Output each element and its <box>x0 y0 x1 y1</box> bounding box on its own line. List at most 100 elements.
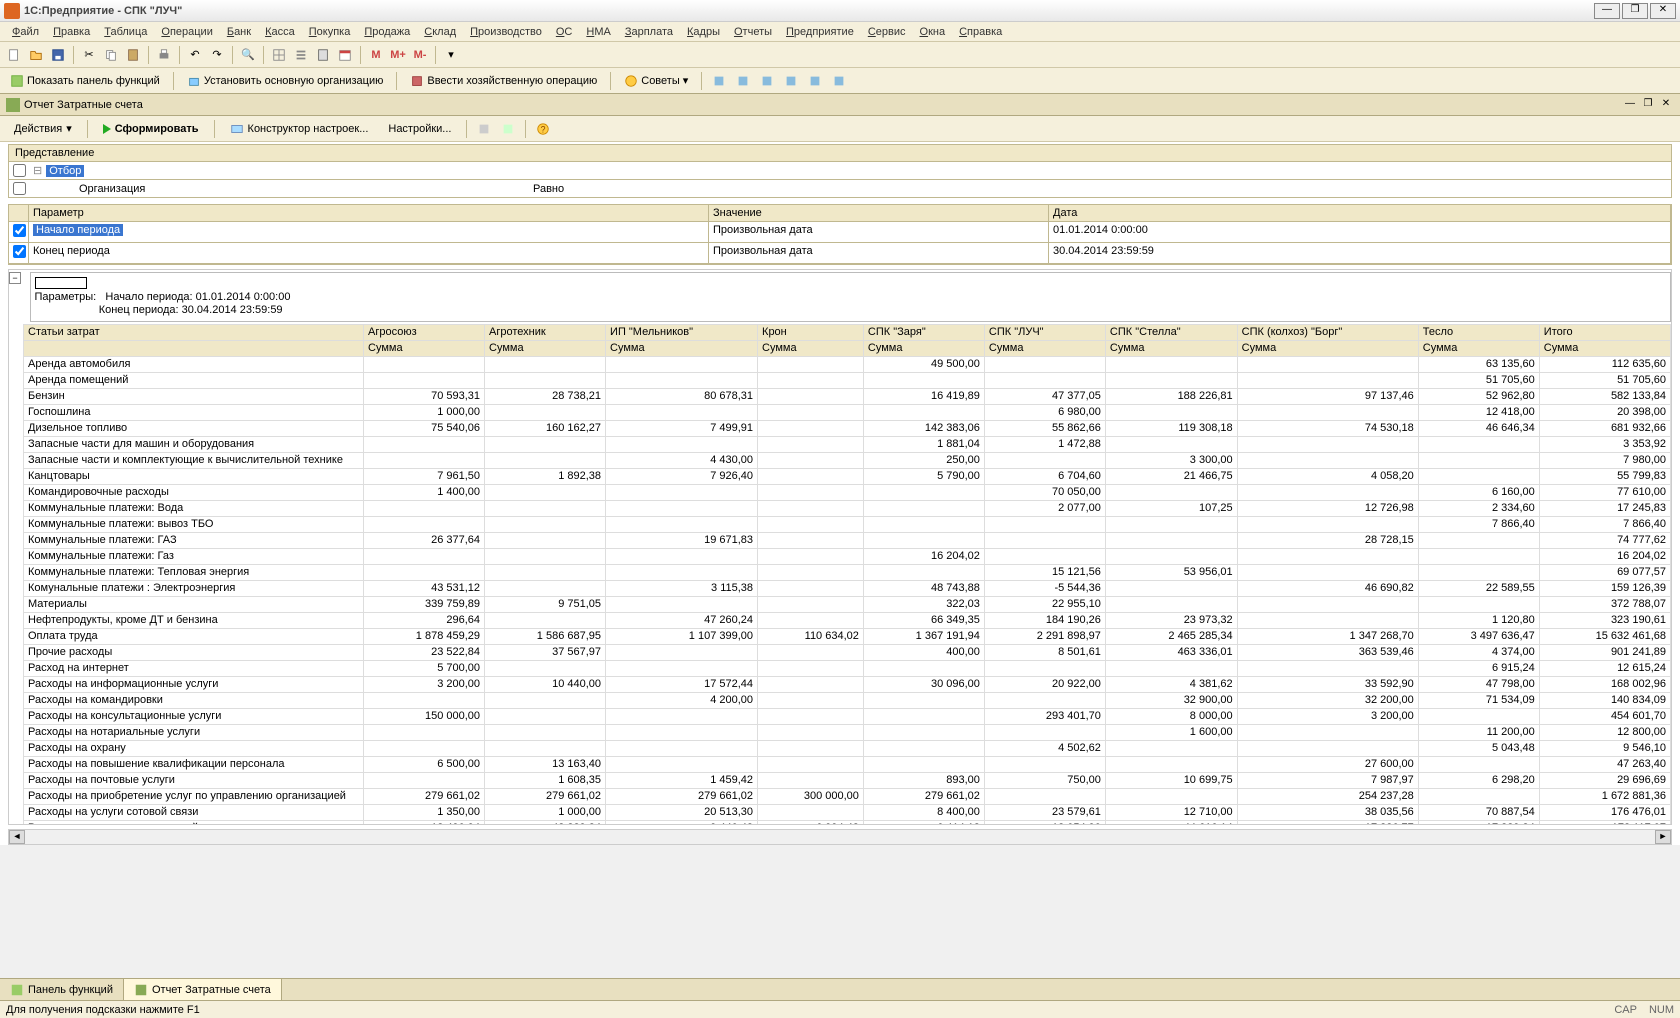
tool-icon-6[interactable] <box>829 71 849 91</box>
show-function-panel-button[interactable]: Показать панель функций <box>4 72 166 90</box>
tool-icon-2[interactable] <box>733 71 753 91</box>
tool-icon-4[interactable] <box>781 71 801 91</box>
end-period-value[interactable]: Произвольная дата <box>709 243 1049 264</box>
menu-зарплата[interactable]: Зарплата <box>619 24 679 40</box>
copy-icon[interactable] <box>101 45 121 65</box>
filter-row-otbor[interactable]: ⊟ Отбор <box>8 162 1672 180</box>
table-row[interactable]: Запасные части для машин и оборудования1… <box>24 437 1671 453</box>
start-period-value[interactable]: Произвольная дата <box>709 222 1049 243</box>
tab-minimize-button[interactable]: — <box>1622 98 1638 112</box>
table-row[interactable]: Расходы на охрану4 502,625 043,489 546,1… <box>24 741 1671 757</box>
table-row[interactable]: Прочие расходы23 522,8437 567,97400,008 … <box>24 645 1671 661</box>
cut-icon[interactable]: ✂ <box>79 45 99 65</box>
m-plus-icon[interactable]: M+ <box>388 45 408 65</box>
table-row[interactable]: Расход на интернет5 700,006 915,2412 615… <box>24 661 1671 677</box>
menu-предприятие[interactable]: Предприятие <box>780 24 860 40</box>
paste-icon[interactable] <box>123 45 143 65</box>
menu-производство[interactable]: Производство <box>464 24 548 40</box>
table-row[interactable]: Оплата труда1 878 459,291 586 687,951 10… <box>24 629 1671 645</box>
tool-icon-1[interactable] <box>709 71 729 91</box>
tool-icon-3[interactable] <box>757 71 777 91</box>
table-row[interactable]: Расходы на нотариальные услуги1 600,0011… <box>24 725 1671 741</box>
open-icon[interactable] <box>26 45 46 65</box>
menu-ос[interactable]: ОС <box>550 24 579 40</box>
table-row[interactable]: Аренда помещений51 705,6051 705,60 <box>24 373 1671 389</box>
table-row[interactable]: Расходы на приобретение услуг по управле… <box>24 789 1671 805</box>
close-button[interactable]: ✕ <box>1650 3 1676 19</box>
table-row[interactable]: Госпошлина1 000,006 980,0012 418,0020 39… <box>24 405 1671 421</box>
save-icon[interactable] <box>48 45 68 65</box>
outline-collapse-button[interactable]: − <box>9 272 21 284</box>
report-table-container[interactable]: − Параметры: Начало периода: 01.01.2014 … <box>8 269 1672 825</box>
otbor-checkbox[interactable] <box>13 164 26 177</box>
settings-constructor-button[interactable]: Конструктор настроек... <box>222 120 377 138</box>
end-period-date[interactable]: 30.04.2014 23:59:59 <box>1049 243 1671 264</box>
table-row[interactable]: Расходы на консультационные услуги150 00… <box>24 709 1671 725</box>
m-minus-icon[interactable]: M- <box>410 45 430 65</box>
scroll-left-button[interactable]: ◄ <box>9 830 25 844</box>
table-row[interactable]: Расходы на услуги стационарной связи13 4… <box>24 821 1671 826</box>
table-row[interactable]: Нефтепродукты, кроме ДТ и бензина296,644… <box>24 613 1671 629</box>
menu-окна[interactable]: Окна <box>914 24 952 40</box>
menu-касса[interactable]: Касса <box>259 24 301 40</box>
enter-operation-button[interactable]: Ввести хозяйственную операцию <box>404 72 603 90</box>
menu-таблица[interactable]: Таблица <box>98 24 153 40</box>
list-icon[interactable] <box>291 45 311 65</box>
scroll-right-button[interactable]: ► <box>1655 830 1671 844</box>
help-icon[interactable]: ? <box>533 119 553 139</box>
menu-правка[interactable]: Правка <box>47 24 96 40</box>
table-row[interactable]: Коммунальные платежи: ГАЗ26 377,6419 671… <box>24 533 1671 549</box>
calc-icon[interactable] <box>313 45 333 65</box>
tab-maximize-button[interactable]: ❐ <box>1640 98 1656 112</box>
undo-icon[interactable]: ↶ <box>185 45 205 65</box>
table-row[interactable]: Аренда автомобиля49 500,0063 135,60112 6… <box>24 357 1671 373</box>
filter-row-org[interactable]: Организация Равно <box>8 180 1672 198</box>
menu-справка[interactable]: Справка <box>953 24 1008 40</box>
form-report-button[interactable]: Сформировать <box>95 121 207 137</box>
org-checkbox[interactable] <box>13 182 26 195</box>
action-icon-2[interactable] <box>498 119 518 139</box>
menu-продажа[interactable]: Продажа <box>358 24 416 40</box>
search-icon[interactable]: 🔍 <box>238 45 258 65</box>
menu-банк[interactable]: Банк <box>221 24 257 40</box>
menu-склад[interactable]: Склад <box>418 24 462 40</box>
table-row[interactable]: Дизельное топливо75 540,06160 162,277 49… <box>24 421 1671 437</box>
table-row[interactable]: Канцтовары7 961,501 892,387 926,405 790,… <box>24 469 1671 485</box>
menu-операции[interactable]: Операции <box>155 24 218 40</box>
table-row[interactable]: Расходы на почтовые услуги1 608,351 459,… <box>24 773 1671 789</box>
table-row[interactable]: Командировочные расходы1 400,0070 050,00… <box>24 485 1671 501</box>
action-icon-1[interactable] <box>474 119 494 139</box>
toolbar-dropdown-icon[interactable]: ▾ <box>441 45 461 65</box>
print-icon[interactable] <box>154 45 174 65</box>
set-main-org-button[interactable]: Установить основную организацию <box>181 72 390 90</box>
table-row[interactable]: Бензин70 593,3128 738,2180 678,3116 419,… <box>24 389 1671 405</box>
tab-function-panel[interactable]: Панель функций <box>0 979 124 1000</box>
horizontal-scrollbar[interactable]: ◄ ► <box>8 829 1672 845</box>
minimize-button[interactable]: — <box>1594 3 1620 19</box>
settings-button[interactable]: Настройки... <box>380 121 459 137</box>
table-row[interactable]: Расходы на услуги сотовой связи1 350,001… <box>24 805 1671 821</box>
tool-icon-5[interactable] <box>805 71 825 91</box>
end-period-checkbox[interactable] <box>13 245 26 258</box>
new-icon[interactable] <box>4 45 24 65</box>
calendar-icon[interactable] <box>335 45 355 65</box>
start-period-checkbox[interactable] <box>13 224 26 237</box>
start-period-date[interactable]: 01.01.2014 0:00:00 <box>1049 222 1671 243</box>
table-row[interactable]: Коммунальные платежи: вывоз ТБО7 866,407… <box>24 517 1671 533</box>
menu-отчеты[interactable]: Отчеты <box>728 24 778 40</box>
table-row[interactable]: Расходы на информационные услуги3 200,00… <box>24 677 1671 693</box>
menu-файл[interactable]: Файл <box>6 24 45 40</box>
m-icon[interactable]: M <box>366 45 386 65</box>
maximize-button[interactable]: ❐ <box>1622 3 1648 19</box>
table-row[interactable]: Коммунальные платежи: Тепловая энергия15… <box>24 565 1671 581</box>
tab-report[interactable]: Отчет Затратные счета <box>124 979 282 1000</box>
table-row[interactable]: Расходы на повышение квалификации персон… <box>24 757 1671 773</box>
table-row[interactable]: Запасные части и комплектующие к вычисли… <box>24 453 1671 469</box>
table-row[interactable]: Коммунальные платежи: Газ16 204,0216 204… <box>24 549 1671 565</box>
menu-кадры[interactable]: Кадры <box>681 24 726 40</box>
menu-сервис[interactable]: Сервис <box>862 24 912 40</box>
menu-нма[interactable]: НМА <box>580 24 616 40</box>
menu-покупка[interactable]: Покупка <box>303 24 357 40</box>
table-row[interactable]: Коммунальные платежи: Вода2 077,00107,25… <box>24 501 1671 517</box>
grid-icon[interactable] <box>269 45 289 65</box>
